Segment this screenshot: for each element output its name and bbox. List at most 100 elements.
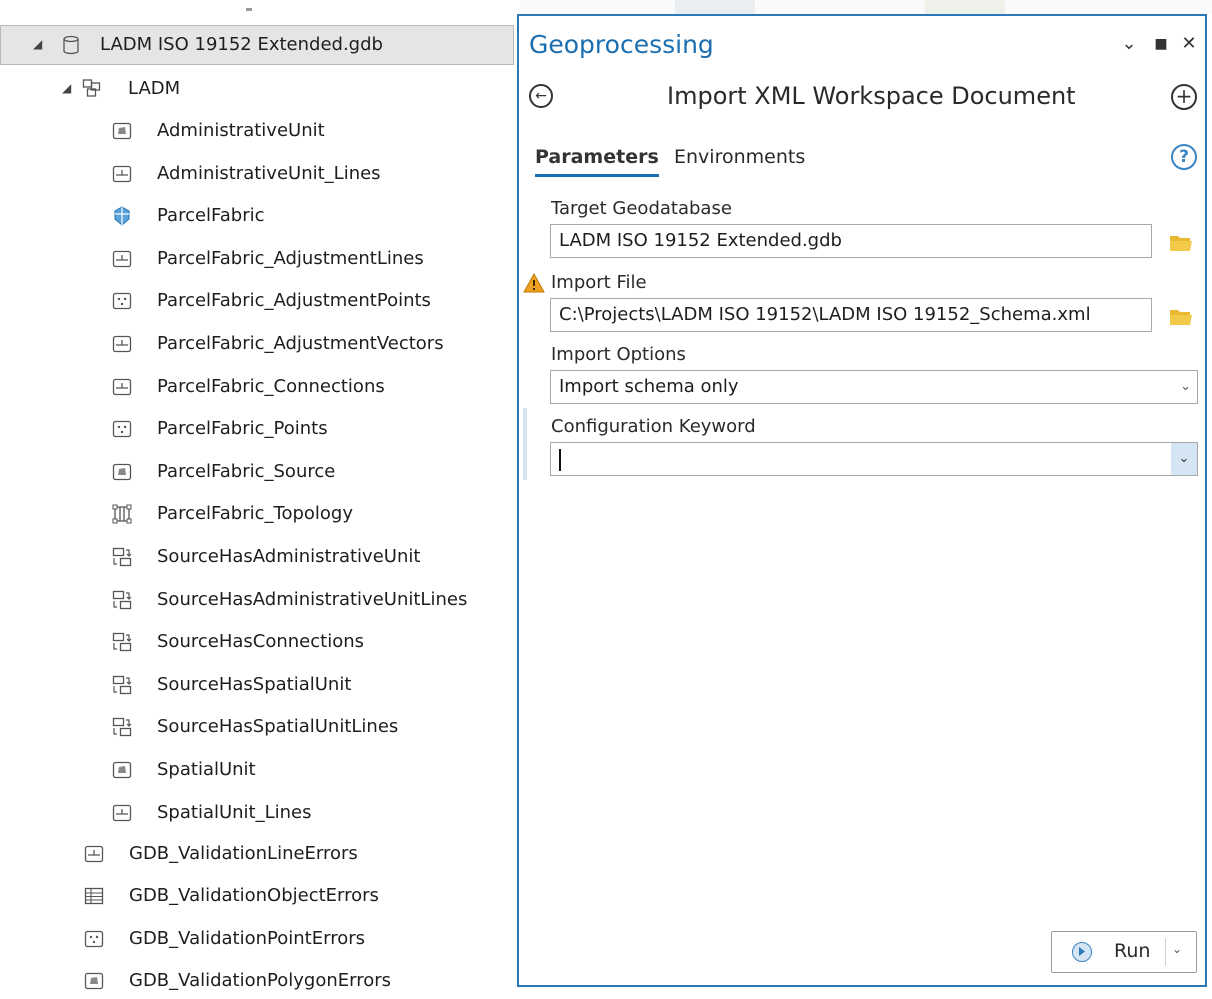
- tree-scroll-remnant: [0, 0, 520, 22]
- relationship-class-icon: [112, 718, 132, 737]
- tree-root-item-row[interactable]: GDB_ValidationPolygonErrors: [0, 963, 514, 999]
- tree-item-label: SpatialUnit: [157, 759, 256, 780]
- browse-folder-icon[interactable]: [1168, 232, 1194, 254]
- tree-item-label: ParcelFabric_Source: [157, 460, 336, 482]
- polygon-feature-class-icon: [84, 972, 104, 990]
- tree-item-label: SourceHasAdministrativeUnit: [157, 546, 421, 567]
- tree-item-label: AdministrativeUnit_Lines: [157, 162, 381, 184]
- maximize-icon[interactable]: ■: [1151, 34, 1171, 54]
- tree-item-label: SourceHasSpatialUnit: [157, 673, 352, 695]
- parcel-fabric-icon: [114, 206, 130, 226]
- focus-indicator: [523, 408, 527, 480]
- tree-item-label: SourceHasConnections: [157, 631, 364, 653]
- tree-item-row[interactable]: ParcelFabric_AdjustmentLines: [0, 241, 514, 277]
- warning-icon: [523, 273, 545, 293]
- tree-root-label: LADM ISO 19152 Extended.gdb: [100, 34, 383, 55]
- relationship-class-icon: [112, 675, 132, 694]
- tree-item-label: ParcelFabric_AdjustmentLines: [157, 247, 424, 269]
- table-icon: [84, 888, 104, 905]
- polygon-feature-class-icon: [112, 122, 132, 140]
- target-geodatabase-input[interactable]: LADM ISO 19152 Extended.gdb: [550, 224, 1152, 258]
- tree-item-row[interactable]: ParcelFabric_AdjustmentPoints: [0, 283, 514, 319]
- tree-row-geodatabase[interactable]: ◢ LADM ISO 19152 Extended.gdb: [0, 25, 514, 65]
- import-file-input[interactable]: C:\Projects\LADM ISO 19152\LADM ISO 1915…: [550, 298, 1152, 332]
- line-feature-class-icon: [112, 804, 132, 821]
- point-feature-class-icon: [112, 293, 132, 310]
- point-feature-class-icon: [84, 930, 104, 947]
- feature-dataset-icon: [82, 79, 101, 97]
- import-file-label: Import File: [551, 272, 647, 293]
- tree-root-item-row[interactable]: GDB_ValidationObjectErrors: [0, 878, 514, 914]
- expand-arrow-icon[interactable]: ◢: [33, 37, 42, 51]
- import-options-dropdown[interactable]: Import schema only ⌄: [550, 370, 1198, 404]
- help-icon[interactable]: ?: [1171, 144, 1197, 170]
- tree-item-row[interactable]: SourceHasConnections: [0, 624, 514, 660]
- tree-root-item-label: GDB_ValidationPolygonErrors: [129, 969, 392, 991]
- tree-item-row[interactable]: ParcelFabric_Connections: [0, 369, 514, 405]
- tab-parameters[interactable]: Parameters: [535, 146, 659, 177]
- text-caret: [559, 449, 561, 471]
- chevron-down-icon[interactable]: ⌄: [1180, 371, 1191, 403]
- tree-item-label: ParcelFabric: [157, 205, 265, 227]
- tree-item-row[interactable]: AdministrativeUnit_Lines: [0, 156, 514, 192]
- browse-folder-icon[interactable]: [1168, 306, 1194, 328]
- line-feature-class-icon: [112, 335, 132, 353]
- tree-item-row[interactable]: SourceHasSpatialUnit: [0, 667, 514, 703]
- pane-title: Geoprocessing: [529, 30, 714, 59]
- tree-root-item-row[interactable]: GDB_ValidationPointErrors: [0, 921, 514, 957]
- line-feature-class-icon: [112, 250, 132, 267]
- tree-item-row[interactable]: SourceHasAdministrativeUnit: [0, 539, 514, 575]
- map-background-strip: [520, 0, 1212, 14]
- line-feature-class-icon: [112, 165, 132, 182]
- point-feature-class-icon: [112, 421, 132, 438]
- polygon-feature-class-icon: [112, 761, 132, 779]
- tree-item-row[interactable]: ParcelFabric: [0, 198, 514, 234]
- tool-title: Import XML Workspace Document: [667, 82, 1076, 110]
- configuration-keyword-combobox[interactable]: ⌄: [550, 442, 1198, 476]
- back-arrow-icon[interactable]: ←: [529, 84, 553, 108]
- geodatabase-icon: [63, 35, 79, 55]
- line-feature-class-icon: [112, 378, 132, 395]
- target-geodatabase-label: Target Geodatabase: [551, 198, 732, 219]
- tree-item-row[interactable]: SpatialUnit_Lines: [0, 795, 514, 831]
- tree-item-label: ParcelFabric_AdjustmentVectors: [157, 333, 444, 354]
- import-options-label: Import Options: [551, 344, 686, 365]
- tree-row-feature-dataset[interactable]: ◢ LADM: [0, 70, 514, 106]
- tree-item-label: SpatialUnit_Lines: [157, 801, 312, 823]
- tree-item-row[interactable]: AdministrativeUnit: [0, 113, 514, 149]
- catalog-tree: ◢ LADM ISO 19152 Extended.gdb ◢ LADM Adm…: [0, 0, 520, 991]
- tree-item-label: SourceHasSpatialUnitLines: [157, 716, 399, 738]
- tree-item-row[interactable]: SourceHasSpatialUnitLines: [0, 709, 514, 745]
- relationship-class-icon: [112, 590, 132, 609]
- tree-item-row[interactable]: ParcelFabric_AdjustmentVectors: [0, 326, 514, 362]
- tree-item-row[interactable]: ParcelFabric_Points: [0, 411, 514, 447]
- tree-item-label: ParcelFabric_AdjustmentPoints: [157, 290, 431, 312]
- expand-arrow-icon[interactable]: ◢: [62, 81, 71, 95]
- tree-dataset-label: LADM: [128, 78, 181, 99]
- topology-icon: [112, 504, 132, 524]
- tree-root-item-label: GDB_ValidationPointErrors: [129, 927, 365, 949]
- pane-menu-icon[interactable]: ⌄: [1119, 34, 1139, 54]
- tree-item-label: ParcelFabric_Connections: [157, 375, 385, 397]
- geoprocessing-pane: Geoprocessing ⌄ ■ ✕ ← Import XML Workspa…: [517, 14, 1207, 987]
- tree-item-row[interactable]: ParcelFabric_Topology: [0, 496, 514, 532]
- tab-environments[interactable]: Environments: [674, 146, 805, 168]
- chevron-down-icon[interactable]: ⌄: [1172, 942, 1182, 956]
- tree-item-label: SourceHasAdministrativeUnitLines: [157, 588, 468, 610]
- run-divider: [1165, 938, 1166, 966]
- tree-item-row[interactable]: SpatialUnit: [0, 752, 514, 788]
- tree-item-label: ParcelFabric_Topology: [157, 503, 353, 525]
- tree-item-row[interactable]: SourceHasAdministrativeUnitLines: [0, 582, 514, 618]
- relationship-class-icon: [112, 547, 132, 567]
- tree-item-label: ParcelFabric_Points: [157, 418, 328, 440]
- chevron-down-icon[interactable]: ⌄: [1171, 443, 1197, 475]
- close-icon[interactable]: ✕: [1179, 34, 1199, 54]
- tree-root-item-row[interactable]: GDB_ValidationLineErrors: [0, 836, 514, 872]
- polygon-feature-class-icon: [112, 463, 132, 480]
- add-plus-icon[interactable]: +: [1171, 84, 1197, 110]
- tree-item-label: AdministrativeUnit: [157, 120, 325, 141]
- tree-root-item-label: GDB_ValidationObjectErrors: [129, 885, 379, 907]
- import-options-value: Import schema only: [559, 376, 739, 397]
- run-button[interactable]: Run ⌄: [1051, 931, 1197, 973]
- tree-item-row[interactable]: ParcelFabric_Source: [0, 454, 514, 490]
